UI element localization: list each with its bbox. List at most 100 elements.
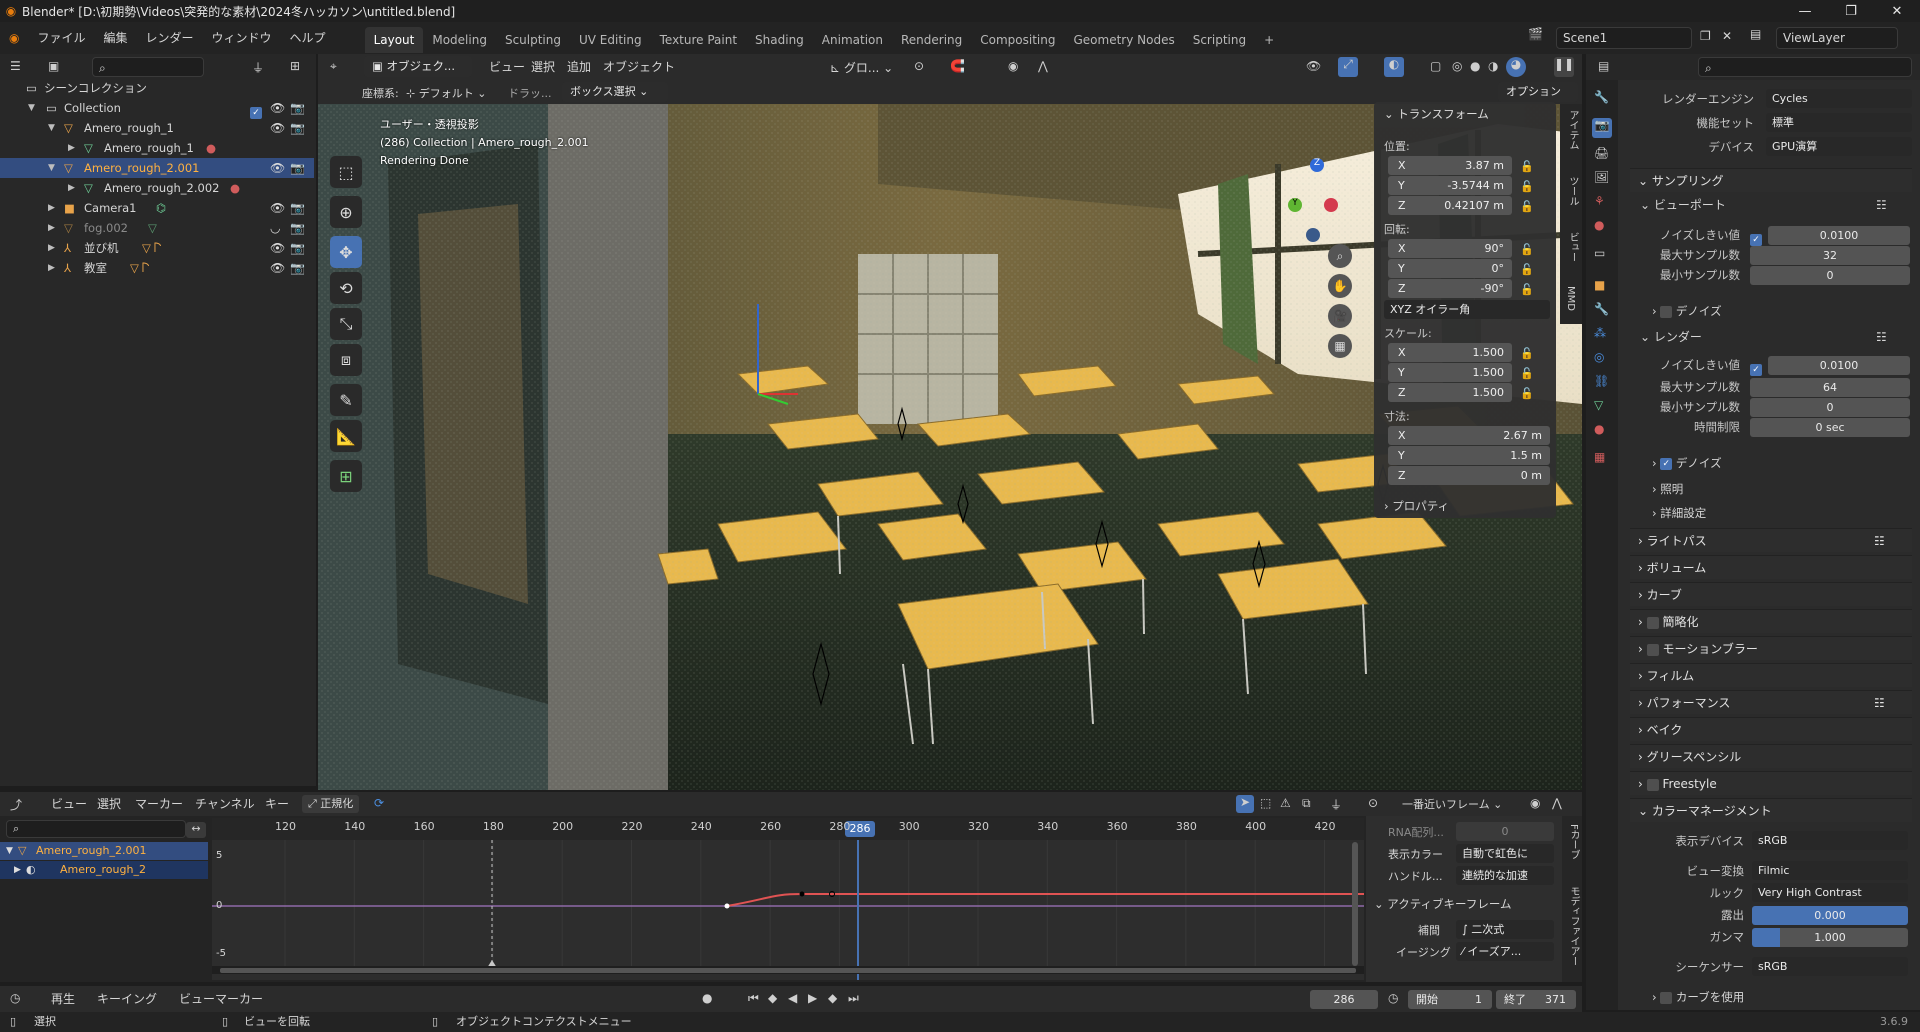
tool-tab-icon[interactable]: 🔧 — [1594, 90, 1609, 104]
lock-icon[interactable]: 🔓 — [1520, 387, 1534, 400]
mode-dropdown[interactable]: ▣ オブジェク... — [364, 56, 472, 77]
viewport-subpanel[interactable]: ⌄ ビューポート ☷ — [1640, 194, 1912, 216]
move-tool[interactable]: ✥ — [330, 236, 362, 268]
lock-icon[interactable]: 🔓 — [1520, 160, 1534, 173]
vertical-scrollbar[interactable] — [1352, 842, 1358, 966]
coord-system-dropdown[interactable]: ⊹ デフォルト ⌄ — [406, 85, 486, 101]
lock-icon[interactable]: 🔓 — [1520, 200, 1534, 213]
add-cube-tool[interactable]: ⊞ — [330, 460, 362, 492]
modifier-tab-icon[interactable]: 🔧 — [1594, 302, 1609, 316]
channel-row-action[interactable]: ▶ ◐ Amero_rough_2 — [0, 861, 208, 879]
lock-icon[interactable]: 🔓 — [1520, 347, 1534, 360]
viewport-noise-threshold-field[interactable]: 0.0100 — [1768, 226, 1910, 245]
object-tab-icon[interactable]: ■ — [1594, 278, 1605, 292]
data-tab-icon[interactable]: ▽ — [1594, 398, 1603, 412]
lock-icon[interactable]: 🔓 — [1520, 367, 1534, 380]
snap-dropdown[interactable]: 一番近いフレーム ⌄ — [1402, 796, 1502, 812]
select-box-tool[interactable]: ⬚ — [330, 156, 362, 188]
shading-rendered-icon[interactable]: ◕ — [1506, 57, 1526, 77]
lights-subpanel[interactable]: › 照明 — [1652, 478, 1683, 500]
display-mode-icon[interactable]: ▣ — [48, 59, 59, 73]
rotate-tool[interactable]: ⟲ — [330, 272, 362, 304]
outliner-row-narabi-tsukue[interactable]: ▶ ⅄ 並び机 ▽ 𐊓 👁 📷 — [0, 238, 314, 258]
simplify-section[interactable]: › 簡略化 — [1630, 609, 1912, 633]
clock-icon[interactable]: ◷ — [1388, 991, 1398, 1005]
list-icon[interactable]: ☷ — [1874, 529, 1885, 553]
timeline-menu-marker[interactable]: マーカー — [206, 986, 272, 1012]
film-section[interactable]: › フィルム — [1630, 663, 1912, 687]
tab-compositing[interactable]: Compositing — [971, 27, 1064, 53]
properties-search-input[interactable]: ⌕ — [1698, 57, 1912, 77]
expand-icon[interactable]: ▼ — [48, 118, 55, 138]
look-dropdown[interactable]: Very High Contrast — [1752, 883, 1908, 902]
viewport-menu-object[interactable]: オブジェクト — [594, 54, 684, 80]
outliner-row-amero-rough-1[interactable]: ▼ ▽ Amero_rough_1 👁 📷 — [0, 118, 314, 138]
view-transform-dropdown[interactable]: Filmic — [1752, 861, 1908, 880]
tab-mmd[interactable]: MMD — [1565, 286, 1576, 311]
device-dropdown[interactable]: GPU演算 — [1766, 137, 1912, 156]
properties-subpanel[interactable]: › プロパティ — [1384, 498, 1449, 514]
tab-geometry-nodes[interactable]: Geometry Nodes — [1064, 27, 1183, 53]
output-tab-icon[interactable]: 🖨 — [1594, 146, 1609, 160]
lock-icon[interactable]: 🔓 — [1520, 180, 1534, 193]
render-tab-icon[interactable]: 📷 — [1592, 118, 1612, 138]
feature-set-dropdown[interactable]: 標準 — [1766, 113, 1912, 132]
render-noise-threshold-field[interactable]: 0.0100 — [1768, 356, 1910, 375]
eye-icon[interactable]: 👁 — [270, 198, 285, 218]
dimensions-x-field[interactable]: X 2.67 m — [1388, 426, 1550, 445]
view-layer-tab-icon[interactable]: 🖼 — [1594, 170, 1609, 184]
render-denoise-subpanel[interactable]: › ✓ デノイズ — [1652, 452, 1722, 474]
camera-icon[interactable]: 📷 — [290, 218, 305, 238]
eye-icon[interactable]: 👁 — [270, 258, 285, 278]
start-frame-field[interactable]: 開始 1 — [1408, 990, 1492, 1009]
menu-file[interactable]: ファイル — [28, 22, 94, 54]
performance-section[interactable]: › パフォーマンス ☷ — [1630, 690, 1912, 714]
pivot-icon[interactable]: ⊙ — [1368, 796, 1378, 810]
editor-type-icon[interactable]: ☰ — [10, 59, 21, 73]
camera-icon[interactable]: 📷 — [290, 158, 305, 178]
blender-menu-icon[interactable]: ◉ — [0, 22, 28, 54]
tab-scripting[interactable]: Scripting — [1184, 27, 1255, 53]
transform-orientation-dropdown[interactable]: ⊾ グロ... ⌄ — [830, 59, 893, 76]
render-subpanel[interactable]: ⌄ レンダー ☷ — [1640, 326, 1912, 348]
interpolation-dropdown[interactable]: ∫ 二次式 — [1456, 920, 1554, 939]
options-dropdown[interactable]: オプション ⌄ — [1498, 82, 1578, 118]
tab-tool[interactable]: ツール — [1565, 176, 1580, 206]
scale-tool[interactable]: ⤡ — [330, 308, 362, 340]
rotation-y-field[interactable]: Y 0° — [1388, 259, 1512, 278]
maximize-icon[interactable]: ❐ — [1828, 0, 1874, 22]
grease-pencil-section[interactable]: › グリースペンシル — [1630, 744, 1912, 768]
tab-animation[interactable]: Animation — [813, 27, 892, 53]
bake-section[interactable]: › ベイク — [1630, 717, 1912, 741]
collapse-icon[interactable]: ▶ — [14, 861, 21, 879]
rna-index-field[interactable]: 0 — [1456, 822, 1554, 841]
eye-icon[interactable]: 👁 — [270, 158, 285, 178]
menu-help[interactable]: ヘルプ — [281, 22, 335, 54]
channel-row-object[interactable]: ▼ ▽ Amero_rough_2.001 — [0, 842, 208, 860]
collapse-icon[interactable]: ▶ — [48, 238, 55, 258]
camera-icon[interactable]: 📷 — [290, 258, 305, 278]
collapse-icon[interactable]: ▶ — [68, 138, 75, 158]
viewport-max-samples-field[interactable]: 32 — [1750, 246, 1910, 265]
gizmo-toggle-icon[interactable]: ⤢ — [1338, 57, 1358, 77]
new-scene-icon[interactable]: ❐ — [1700, 29, 1711, 43]
current-frame-field[interactable]: 286 — [1310, 990, 1378, 1009]
display-color-dropdown[interactable]: 自動で虹色に — [1456, 844, 1554, 863]
gizmo-z-axis[interactable]: Z — [1310, 158, 1324, 172]
menu-edit[interactable]: 編集 — [95, 22, 137, 54]
scene-name-field[interactable]: Scene1 — [1556, 27, 1692, 49]
advanced-subpanel[interactable]: › 詳細設定 — [1652, 502, 1706, 524]
collapse-icon[interactable]: ▶ — [48, 198, 55, 218]
freestyle-section[interactable]: › Freestyle — [1630, 771, 1912, 795]
editor-type-icon[interactable]: ◷ — [10, 991, 20, 1005]
tab-modifiers[interactable]: モディファイアー — [1566, 886, 1581, 966]
eye-icon[interactable]: 👁 — [270, 118, 285, 138]
viewport-min-samples-field[interactable]: 0 — [1750, 266, 1910, 285]
dimensions-y-field[interactable]: Y 1.5 m — [1388, 446, 1550, 465]
tab-texture-paint[interactable]: Texture Paint — [651, 27, 746, 53]
only-selected-icon[interactable]: ➤ — [1236, 795, 1254, 813]
falloff-icon[interactable]: ⋀ — [1552, 796, 1562, 810]
timeline-menu-playback[interactable]: 再生 — [42, 986, 84, 1012]
tab-fcurve[interactable]: Fカーブ — [1566, 824, 1581, 860]
play-icon[interactable]: ▶ — [808, 991, 817, 1005]
